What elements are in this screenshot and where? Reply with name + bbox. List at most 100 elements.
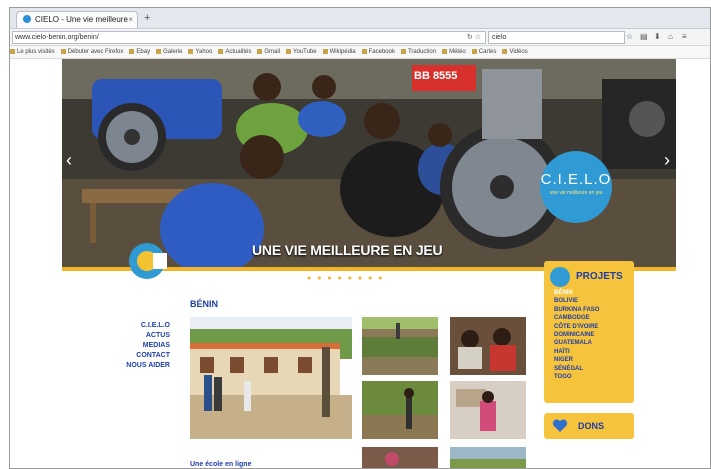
hero-slider[interactable]: BB 8555 UNE VIE MEILLEURE EN JEU ‹ › C.I… bbox=[62, 59, 676, 267]
project-item[interactable]: CAMBODGE bbox=[554, 314, 599, 322]
bookmark-label: Météo bbox=[449, 49, 466, 55]
navigation-bar: www.cielo-benin.org/benin/ ↻ ☆ cielo ☆ ▤… bbox=[10, 29, 710, 46]
project-item[interactable]: HAÏTI bbox=[554, 348, 599, 356]
nav-item[interactable]: MEDIAS bbox=[106, 341, 170, 351]
project-item[interactable]: GUATEMALA bbox=[554, 339, 599, 347]
bookmark-item[interactable]: Yahoo bbox=[188, 46, 212, 58]
bookmark-label: Le plus visités bbox=[17, 49, 55, 55]
article-link[interactable]: Une école en ligne bbox=[190, 461, 251, 468]
browser-tab[interactable]: CIELO - Une vie meilleure × bbox=[16, 11, 138, 28]
bookmark-item[interactable]: Le plus visités bbox=[10, 46, 55, 58]
dons-button[interactable]: DONS bbox=[544, 413, 634, 439]
logo-cut bbox=[153, 253, 167, 269]
project-item[interactable]: TOGO bbox=[554, 373, 599, 381]
bookmark-icon bbox=[286, 49, 292, 54]
bookmarks-bar: Le plus visités Débuter avec Firefox Ebay G… bbox=[10, 46, 710, 59]
bookmark-label: Yahoo bbox=[195, 49, 213, 55]
nav-item[interactable]: C.I.E.L.O bbox=[106, 321, 170, 331]
reading-list-icon[interactable]: ▤ bbox=[640, 30, 648, 44]
badge-name: C.I.E.L.O bbox=[540, 171, 612, 188]
main-nav: C.I.E.L.O ACTUS MEDIAS CONTACT NOUS AIDER bbox=[106, 321, 170, 371]
site-favicon-icon bbox=[23, 15, 31, 23]
bookmark-label: Ebay bbox=[136, 49, 151, 55]
hero-slogan: UNE VIE MEILLEURE EN JEU bbox=[252, 242, 443, 258]
menu-icon[interactable]: ≡ bbox=[682, 30, 687, 44]
home-icon[interactable]: ⌂ bbox=[668, 30, 673, 44]
web-page: BB 8555 UNE VIE MEILLEURE EN JEU ‹ › C.I… bbox=[10, 59, 710, 468]
heart-icon bbox=[552, 419, 568, 432]
bookmark-icon bbox=[10, 49, 15, 54]
bookmark-item[interactable]: Wikipédia bbox=[322, 46, 356, 58]
globe-icon bbox=[550, 267, 570, 287]
bookmark-item[interactable]: Ebay bbox=[129, 46, 150, 58]
bookmark-icon bbox=[442, 49, 448, 54]
slider-dots[interactable]: ● ● ● ● ● ● ● ● bbox=[307, 275, 384, 282]
slider-prev-button[interactable]: ‹ bbox=[66, 151, 72, 169]
search-input[interactable]: cielo bbox=[488, 31, 625, 44]
gallery-photo-4[interactable] bbox=[450, 381, 526, 439]
cielo-badge[interactable]: C.I.E.L.O une vie meilleure en jeu bbox=[540, 151, 612, 223]
new-tab-button[interactable]: + bbox=[144, 12, 150, 24]
gallery-photo-5[interactable] bbox=[362, 447, 438, 468]
star-icon[interactable]: ☆ bbox=[626, 30, 633, 44]
project-item[interactable]: BÉNIN bbox=[554, 289, 599, 297]
bookmark-item[interactable]: Météo bbox=[442, 46, 466, 58]
nav-item[interactable]: ACTUS bbox=[106, 331, 170, 341]
bookmark-icon bbox=[218, 49, 224, 54]
project-item[interactable]: NIGER bbox=[554, 356, 599, 364]
bookmark-icon bbox=[471, 49, 477, 54]
projets-panel: PROJETS BÉNIN BOLIVIE BURKINA FASO CAMBODGE… bbox=[544, 261, 634, 403]
bookmark-icon bbox=[502, 49, 508, 54]
tab-strip: CIELO - Une vie meilleure × + bbox=[10, 8, 710, 29]
project-item[interactable]: CÔTE D'IVOIRE bbox=[554, 323, 599, 331]
license-plate-text: BB 8555 bbox=[414, 70, 458, 82]
bookmark-icon bbox=[60, 49, 66, 54]
bookmark-label: Wikipédia bbox=[329, 49, 356, 55]
bookmark-item[interactable]: Facebook bbox=[361, 46, 395, 58]
bookmark-label: Gmail bbox=[264, 49, 281, 55]
bookmark-label: Actualités bbox=[225, 49, 252, 55]
gallery-photo-main[interactable] bbox=[190, 317, 352, 439]
bookmark-label: Vidéos bbox=[509, 49, 528, 55]
bookmark-item[interactable]: Débuter avec Firefox bbox=[60, 46, 123, 58]
bookmark-item[interactable]: Traduction bbox=[400, 46, 437, 58]
browser-window: CIELO - Une vie meilleure × + www.cielo-… bbox=[9, 7, 711, 469]
nav-item[interactable]: NOUS AIDER bbox=[106, 361, 170, 371]
bookmark-icon bbox=[322, 49, 328, 54]
reload-icon[interactable]: ↻ ☆ bbox=[467, 32, 481, 43]
gallery-photo-1[interactable] bbox=[362, 317, 438, 375]
bookmark-item[interactable]: Vidéos bbox=[502, 46, 528, 58]
bookmark-label: YouTube bbox=[293, 49, 317, 55]
projects-list: BÉNIN BOLIVIE BURKINA FASO CAMBODGE CÔTE D'I… bbox=[554, 289, 599, 381]
project-item[interactable]: SÉNÉGAL bbox=[554, 365, 599, 373]
gallery-photo-6[interactable] bbox=[450, 447, 526, 468]
bookmark-item[interactable]: Gmail bbox=[257, 46, 280, 58]
bookmark-label: Cartes bbox=[478, 49, 497, 55]
nav-item[interactable]: CONTACT bbox=[106, 351, 170, 361]
tab-title: CIELO - Une vie meilleure bbox=[35, 15, 128, 24]
download-icon[interactable]: ⬇ bbox=[654, 30, 661, 44]
slider-next-button[interactable]: › bbox=[664, 151, 670, 169]
project-item[interactable]: BURKINA FASO bbox=[554, 306, 599, 314]
bookmark-icon bbox=[156, 49, 162, 54]
project-item[interactable]: DOMINICAINE bbox=[554, 331, 599, 339]
gallery-photo-2[interactable] bbox=[450, 317, 526, 375]
section-title: BÉNIN bbox=[190, 299, 219, 309]
bookmark-icon bbox=[129, 49, 135, 54]
bookmark-item[interactable]: Actualités bbox=[218, 46, 251, 58]
bookmark-item[interactable]: Cartes bbox=[471, 46, 497, 58]
cielo-logo-icon[interactable] bbox=[129, 243, 167, 279]
close-tab-icon[interactable]: × bbox=[128, 12, 133, 28]
project-item[interactable]: BOLIVIE bbox=[554, 297, 599, 305]
bookmark-icon bbox=[400, 49, 406, 54]
bookmark-icon bbox=[361, 49, 367, 54]
badge-subtitle: une vie meilleure en jeu bbox=[549, 190, 603, 196]
url-text: www.cielo-benin.org/benin/ bbox=[15, 34, 99, 41]
bookmark-item[interactable]: Galerie bbox=[156, 46, 182, 58]
bookmark-item[interactable]: YouTube bbox=[286, 46, 317, 58]
bookmark-label: Facebook bbox=[368, 49, 395, 55]
url-bar[interactable]: www.cielo-benin.org/benin/ ↻ ☆ bbox=[12, 31, 486, 44]
gallery-photo-3[interactable] bbox=[362, 381, 438, 439]
bookmark-icon bbox=[257, 49, 263, 54]
bookmark-label: Traduction bbox=[407, 49, 437, 55]
